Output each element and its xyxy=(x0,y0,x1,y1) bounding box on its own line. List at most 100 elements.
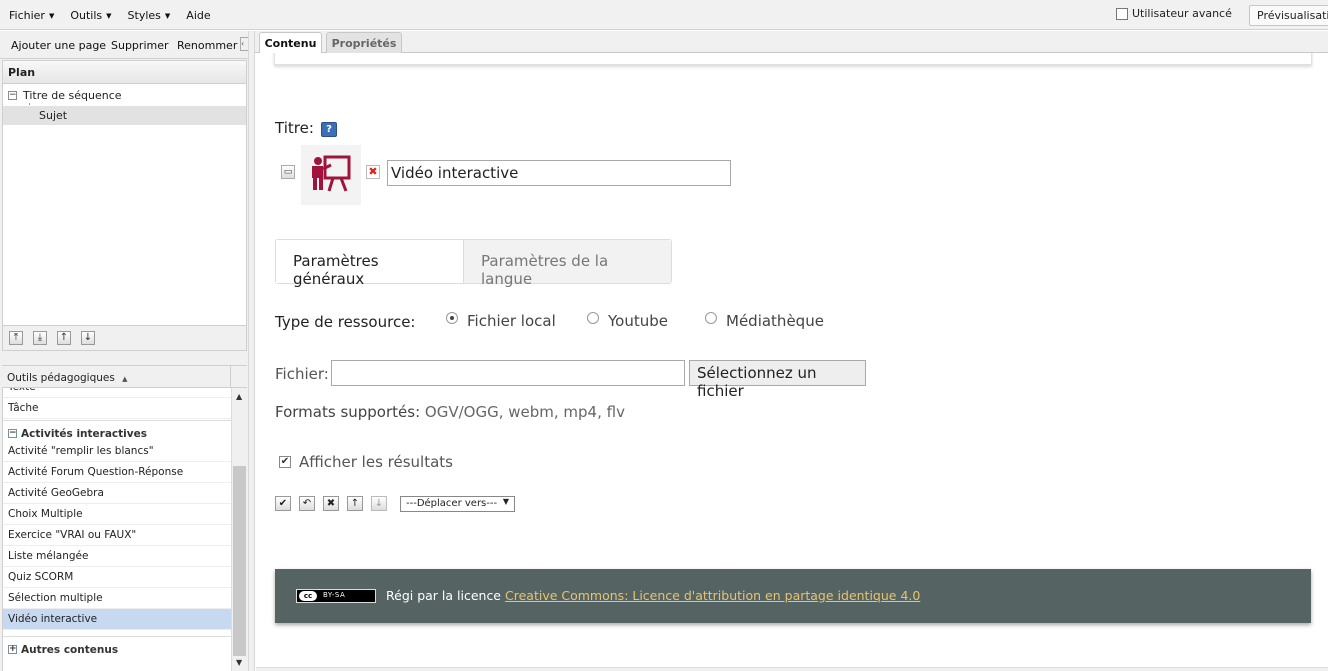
menu-aide[interactable]: Aide xyxy=(186,9,210,22)
move-bottom-icon[interactable]: ⤓ xyxy=(33,331,47,345)
title-label: Titre: xyxy=(275,119,314,137)
move-top-icon[interactable]: ⤒ xyxy=(9,331,23,345)
advanced-user-checkbox[interactable] xyxy=(1116,7,1128,20)
category-interactive[interactable]: − Activités interactives xyxy=(3,420,231,442)
parameter-tabs: Paramètres généraux Paramètres de la lan… xyxy=(275,239,672,288)
menu-outils[interactable]: Outils ▼ xyxy=(70,9,111,22)
sort-up-icon: ▲ xyxy=(122,375,128,383)
idevice-forum-question-reponse[interactable]: Activité Forum Question-Réponse xyxy=(3,462,231,483)
chevron-down-icon: ▼ xyxy=(48,11,55,20)
menu-fichier[interactable]: Fichier ▼ xyxy=(9,9,54,22)
move-to-select[interactable]: ---Déplacer vers--- ▼ xyxy=(400,496,515,512)
license-footer: cc BY-SA Régi par la licence Creative Co… xyxy=(275,569,1311,623)
tab-language-parameters[interactable]: Paramètres de la langue xyxy=(464,240,671,288)
idevices-scrollbar[interactable]: ▲ ▼ xyxy=(231,388,247,671)
formats-key: Formats supportés: xyxy=(275,403,421,421)
editor-tabs: Contenu Propriétés xyxy=(255,31,1328,54)
idevice-icon-picker[interactable] xyxy=(301,145,361,205)
radio-selected-icon[interactable] xyxy=(446,312,458,324)
radio-fichier-local[interactable]: Fichier local xyxy=(446,312,556,330)
menu-styles-label: Styles xyxy=(127,9,161,22)
menu-fichier-label: Fichier xyxy=(9,9,45,22)
page-toolbar: Ajouter une page Supprimer Renommer ‹ xyxy=(0,31,248,59)
move-to-select-value: ---Déplacer vers--- xyxy=(406,498,498,509)
expand-icon[interactable]: + xyxy=(8,645,17,654)
scroll-up-icon[interactable]: ▲ xyxy=(236,392,242,401)
panel-splitter[interactable] xyxy=(248,31,255,671)
add-page-button[interactable]: Ajouter une page xyxy=(11,39,106,52)
tab-general-parameters[interactable]: Paramètres généraux xyxy=(276,240,464,288)
select-file-button[interactable]: Sélectionnez un fichier xyxy=(689,360,866,400)
help-icon[interactable]: ? xyxy=(321,122,337,137)
idevice-quiz-scorm[interactable]: Quiz SCORM xyxy=(3,567,231,588)
idevice-vrai-ou-faux[interactable]: Exercice "VRAI ou FAUX" xyxy=(3,525,231,546)
idevice-geogebra[interactable]: Activité GeoGebra xyxy=(3,483,231,504)
move-down-icon[interactable]: ↓ xyxy=(371,496,387,511)
idevice-tache[interactable]: Tâche xyxy=(3,398,231,419)
header-separator xyxy=(230,366,231,388)
move-down-icon[interactable]: ↓ xyxy=(81,331,95,345)
tree-node-root[interactable]: − Titre de séquence xyxy=(8,89,122,102)
radio-youtube-label: Youtube xyxy=(608,312,668,330)
advanced-user-label: Utilisateur avancé xyxy=(1132,7,1232,20)
hide-idevice-icon[interactable]: ▭ xyxy=(281,165,295,179)
license-link[interactable]: Creative Commons: Licence d'attribution … xyxy=(505,588,920,603)
advanced-user-toggle[interactable]: Utilisateur avancé xyxy=(1116,7,1232,20)
move-up-icon[interactable]: ↑ xyxy=(347,496,363,511)
collapse-icon[interactable]: − xyxy=(8,91,17,100)
chevron-down-icon: ▼ xyxy=(502,497,509,506)
scrollbar-thumb[interactable] xyxy=(233,466,246,656)
menu-outils-label: Outils xyxy=(70,9,103,22)
delete-page-button[interactable]: Supprimer xyxy=(111,39,169,52)
previous-idevice-box xyxy=(274,53,1312,65)
category-interactive-label: Activités interactives xyxy=(21,427,147,440)
bottom-strip xyxy=(256,667,1328,671)
delete-icon-icon[interactable]: ✖ xyxy=(366,165,380,179)
delete-icon[interactable]: ✖ xyxy=(323,496,339,511)
idevice-choix-multiple[interactable]: Choix Multiple xyxy=(3,504,231,525)
menu-aide-label: Aide xyxy=(186,9,211,22)
file-path-input[interactable] xyxy=(331,360,685,386)
idevices-list: Texte Tâche − Activités interactives Act… xyxy=(2,388,231,671)
title-input[interactable] xyxy=(387,160,731,186)
category-other[interactable]: + Autres contenus xyxy=(3,636,231,658)
tab-proprietes[interactable]: Propriétés xyxy=(326,32,402,53)
tree-node-sujet[interactable]: Sujet xyxy=(3,106,246,125)
collapse-icon[interactable]: − xyxy=(8,429,17,438)
scroll-down-icon[interactable]: ▼ xyxy=(236,658,242,667)
idevice-selection-multiple[interactable]: Sélection multiple xyxy=(3,588,231,609)
idevice-liste-melangee[interactable]: Liste mélangée xyxy=(3,546,231,567)
idevice-video-interactive[interactable]: Vidéo interactive xyxy=(3,609,231,630)
radio-empty-icon[interactable] xyxy=(587,312,599,324)
chevron-down-icon: ▼ xyxy=(106,11,112,20)
idevices-header-label: Outils pédagogiques ▲ xyxy=(7,372,128,384)
idevice-remplir-blancs[interactable]: Activité "remplir les blancs" xyxy=(3,441,231,462)
show-results-checkbox[interactable]: ✔ xyxy=(279,456,291,468)
file-label: Fichier: xyxy=(275,365,329,383)
idevices-header[interactable]: Outils pédagogiques ▲ xyxy=(2,365,247,388)
badge-text: BY-SA xyxy=(323,591,346,599)
move-up-icon[interactable]: ↑ xyxy=(57,331,71,345)
menu-bar: Fichier ▼ Outils ▼ Styles ▼ Aide Utilisateu… xyxy=(0,0,1328,30)
idevice-texte[interactable]: Texte xyxy=(3,388,231,398)
undo-icon[interactable]: ↶ xyxy=(299,496,315,511)
menu-styles[interactable]: Styles ▼ xyxy=(128,9,171,22)
radio-empty-icon[interactable] xyxy=(705,312,717,324)
tab-contenu[interactable]: Contenu xyxy=(259,32,322,54)
license-prefix: Régi par la licence xyxy=(386,588,502,603)
license-text: Régi par la licence Creative Commons: Li… xyxy=(386,588,920,603)
toolbar-overflow-icon[interactable]: ‹ xyxy=(240,37,248,51)
radio-mediatheque[interactable]: Médiathèque xyxy=(705,312,824,330)
save-check-icon[interactable]: ✔ xyxy=(275,496,291,511)
cc-by-sa-badge: cc BY-SA xyxy=(296,589,376,603)
rename-page-button[interactable]: Renommer xyxy=(177,39,237,52)
presentation-icon xyxy=(312,155,351,192)
outline-tree: − Titre de séquence Sujet xyxy=(2,84,247,325)
radio-youtube[interactable]: Youtube xyxy=(587,312,668,330)
left-panel: Ajouter une page Supprimer Renommer ‹ Pl… xyxy=(0,31,248,671)
cc-logo-icon: cc xyxy=(299,591,317,601)
radio-mediatheque-label: Médiathèque xyxy=(726,312,824,330)
preview-button[interactable]: Prévisualisation xyxy=(1249,5,1328,26)
editor-content: Titre: ? ▭ ✖ Paramètres généraux Paramèt… xyxy=(256,53,1328,671)
resource-type-label: Type de ressource: xyxy=(275,313,416,331)
